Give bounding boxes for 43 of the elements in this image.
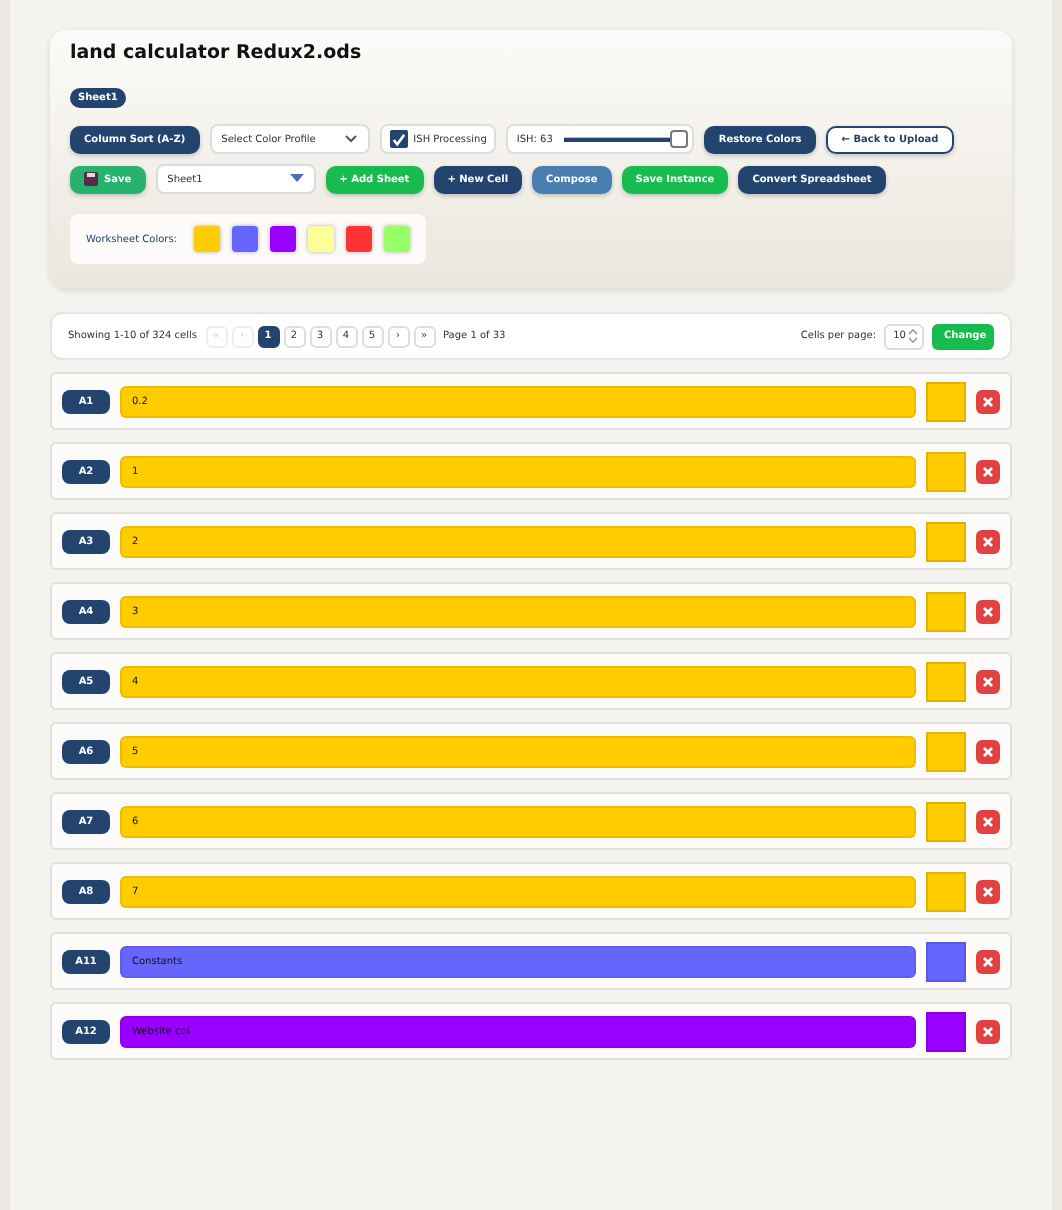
color-swatch[interactable] (926, 381, 966, 421)
close-icon (982, 605, 994, 617)
close-icon (982, 675, 994, 687)
delete-button[interactable] (976, 459, 1000, 483)
color-swatch[interactable] (384, 226, 411, 252)
slider-track[interactable] (564, 130, 685, 148)
delete-button[interactable] (976, 879, 1000, 903)
caret-icon (343, 134, 358, 144)
color-swatch[interactable] (926, 801, 966, 841)
close-icon (982, 465, 994, 477)
close-icon (982, 815, 994, 827)
color-swatch[interactable] (926, 731, 966, 771)
color-swatch[interactable] (308, 226, 335, 252)
color-swatch[interactable] (926, 1011, 966, 1051)
close-icon (982, 955, 994, 967)
delete-button[interactable] (976, 529, 1000, 553)
file-title: land calculator Redux2.ods (70, 42, 364, 64)
caret-icon (289, 174, 304, 184)
close-icon (982, 535, 994, 547)
close-icon (982, 1025, 994, 1037)
color-swatch[interactable] (270, 226, 297, 252)
delete-button[interactable] (976, 599, 1000, 623)
delete-button[interactable] (976, 739, 1000, 763)
delete-button[interactable] (976, 809, 1000, 833)
color-swatch[interactable] (926, 451, 966, 491)
slider-thumb[interactable] (670, 130, 689, 148)
spinner-icon (908, 328, 918, 344)
color-swatch[interactable] (232, 226, 259, 252)
color-swatch[interactable] (926, 521, 966, 561)
color-swatch[interactable] (194, 226, 221, 252)
close-icon (982, 395, 994, 407)
delete-button[interactable] (976, 669, 1000, 693)
delete-button[interactable] (976, 1019, 1000, 1043)
color-swatch[interactable] (346, 226, 373, 252)
delete-button[interactable] (976, 389, 1000, 413)
close-icon (982, 745, 994, 757)
color-swatch[interactable] (926, 941, 966, 981)
checkmark-icon (391, 131, 406, 147)
color-swatch[interactable] (926, 661, 966, 701)
delete-button[interactable] (976, 949, 1000, 973)
color-swatch[interactable] (926, 871, 966, 911)
color-swatch[interactable] (926, 591, 966, 631)
close-icon (982, 885, 994, 897)
